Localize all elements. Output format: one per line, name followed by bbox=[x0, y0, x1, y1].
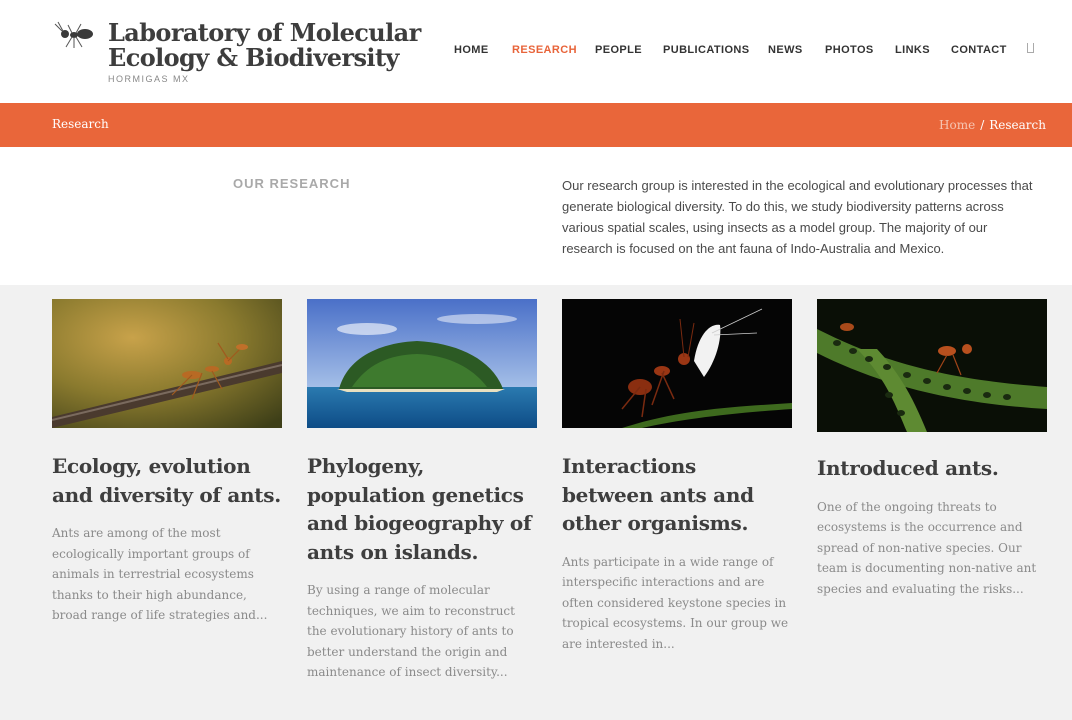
intro-heading: OUR RESEARCH bbox=[233, 176, 351, 191]
site-header: Laboratory of Molecular Ecology & Biodiv… bbox=[0, 0, 1072, 101]
site-subtitle: HORMIGAS MX bbox=[108, 74, 190, 84]
research-card-phylogeny: Phylogeny, population genetics and bioge… bbox=[307, 299, 537, 683]
card-title[interactable]: Phylogeny, population genetics and bioge… bbox=[307, 452, 537, 566]
ant-on-branch-image[interactable] bbox=[52, 299, 282, 428]
research-card-ecology: Ecology, evolution and diversity of ants… bbox=[52, 299, 282, 626]
card-excerpt: Ants are among of the most ecologically … bbox=[52, 526, 268, 622]
nav-home[interactable]: HOME bbox=[454, 44, 489, 56]
search-icon[interactable] bbox=[1027, 43, 1034, 53]
nav-research[interactable]: RESEARCH bbox=[512, 44, 577, 56]
nav-contact[interactable]: CONTACT bbox=[951, 44, 1007, 56]
intro-section: OUR RESEARCH Our research group is inter… bbox=[0, 147, 1072, 285]
main-nav: HOME RESEARCH PEOPLE PUBLICATIONS NEWS P… bbox=[0, 44, 1072, 58]
breadcrumb-separator: / bbox=[980, 118, 985, 132]
page-title: Research bbox=[52, 117, 109, 131]
nav-people[interactable]: PEOPLE bbox=[595, 44, 642, 56]
card-excerpt: By using a range of molecular techniques… bbox=[307, 583, 515, 679]
page-title-bar: Research Home / Research bbox=[0, 101, 1072, 147]
nav-links[interactable]: LINKS bbox=[895, 44, 930, 56]
card-title[interactable]: Interactions between ants and other orga… bbox=[562, 452, 792, 538]
intro-text: Our research group is interested in the … bbox=[562, 178, 1033, 256]
card-excerpt: Ants participate in a wide range of inte… bbox=[562, 554, 789, 651]
breadcrumb-home[interactable]: Home bbox=[939, 118, 975, 132]
ant-with-moth-image[interactable] bbox=[562, 299, 792, 428]
card-excerpt: One of the ongoing threats to ecosystems… bbox=[817, 499, 1037, 596]
nav-photos[interactable]: PHOTOS bbox=[825, 44, 874, 56]
ants-on-stem-image[interactable] bbox=[817, 299, 1047, 432]
research-card-interactions: Interactions between ants and other orga… bbox=[562, 299, 792, 654]
breadcrumb-current: Research bbox=[989, 118, 1046, 132]
site-title-line1: Laboratory of Molecular bbox=[108, 18, 421, 47]
tropical-island-image[interactable] bbox=[307, 299, 537, 428]
nav-news[interactable]: NEWS bbox=[768, 44, 803, 56]
breadcrumb: Home / Research bbox=[939, 118, 1046, 132]
card-title[interactable]: Introduced ants. bbox=[817, 454, 1047, 483]
research-card-introduced: Introduced ants. One of the ongoing thre… bbox=[817, 299, 1047, 599]
card-title[interactable]: Ecology, evolution and diversity of ants… bbox=[52, 452, 282, 509]
nav-publications[interactable]: PUBLICATIONS bbox=[663, 44, 749, 56]
